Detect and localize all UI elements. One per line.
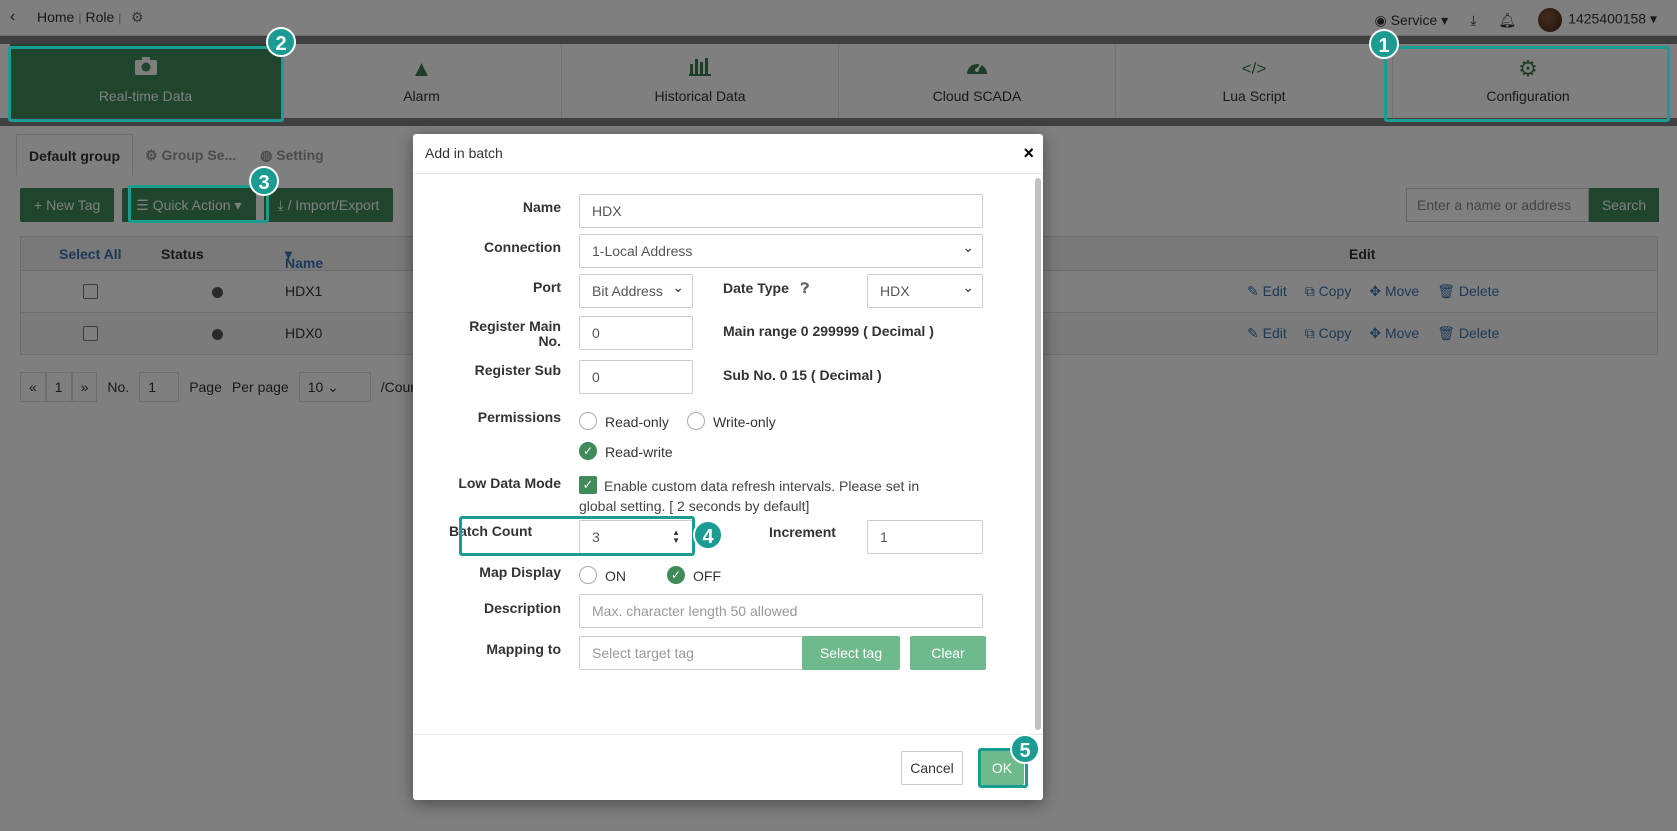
help-icon[interactable]: ❓︎ — [801, 280, 809, 296]
register-sub-label: Register Sub — [474, 362, 561, 378]
register-main-field[interactable]: 0 — [579, 316, 693, 350]
add-in-batch-dialog: Add in batch × Name HDX Connection 1-Loc… — [413, 134, 1043, 800]
map-off-label: OFF — [693, 568, 721, 584]
batch-count-stepper[interactable]: 3 ▲ ▼ — [579, 520, 693, 554]
connection-select[interactable]: 1-Local Address — [579, 231, 983, 268]
date-type-select[interactable]: HDX — [867, 271, 983, 308]
read-write-label: Read-write — [605, 444, 673, 460]
increment-label: Increment — [769, 524, 836, 540]
read-only-label: Read-only — [605, 414, 669, 430]
date-type-label: Date Type ❓︎ — [723, 280, 809, 297]
select-value: HDX — [880, 283, 910, 299]
dialog-header: Add in batch × — [413, 134, 1043, 174]
main-range-hint: Main range 0 299999 ( Decimal ) — [723, 323, 934, 339]
write-only-radio[interactable] — [687, 412, 705, 430]
map-on-label: ON — [605, 568, 626, 584]
low-data-description: Enable custom data refresh intervals. Pl… — [579, 478, 920, 514]
read-write-radio[interactable]: ✓ — [579, 442, 597, 460]
stepper-arrows-icon[interactable]: ▲ ▼ — [672, 529, 680, 545]
clear-button[interactable]: Clear — [910, 636, 986, 670]
map-display-label: Map Display — [479, 564, 561, 580]
name-label: Name — [522, 199, 561, 215]
dialog-scrollbar[interactable] — [1035, 178, 1041, 730]
callout-badge-4: 4 — [693, 520, 723, 550]
connection-label: Connection — [484, 239, 561, 255]
sub-range-hint: Sub No. 0 15 ( Decimal ) — [723, 367, 882, 383]
mapping-label: Mapping to — [486, 641, 561, 657]
dialog-body: Name HDX Connection 1-Local Address Port… — [413, 174, 1043, 734]
read-only-radio[interactable] — [579, 412, 597, 430]
cancel-button[interactable]: Cancel — [901, 751, 963, 785]
callout-badge-2: 2 — [266, 27, 296, 57]
callout-badge-5: 5 — [1010, 734, 1040, 764]
map-on-radio[interactable] — [579, 566, 597, 584]
description-field[interactable]: Max. character length 50 allowed — [579, 594, 983, 628]
select-tag-button[interactable]: Select tag — [802, 636, 900, 670]
mapping-target-field[interactable]: Select target tag — [579, 636, 805, 670]
low-data-mode-label: Low Data Mode — [458, 475, 561, 491]
register-sub-field[interactable]: 0 — [579, 360, 693, 394]
increment-field[interactable]: 1 — [867, 520, 983, 554]
select-value: Bit Address — [592, 283, 663, 299]
callout-badge-1: 1 — [1369, 29, 1399, 59]
permissions-label: Permissions — [477, 409, 561, 425]
close-icon[interactable]: × — [1023, 143, 1034, 164]
write-only-label: Write-only — [713, 414, 776, 430]
port-select[interactable]: Bit Address — [579, 274, 693, 308]
dialog-footer: Cancel OK — [413, 734, 1043, 800]
callout-badge-3: 3 — [249, 166, 279, 196]
stepper-value: 3 — [592, 529, 600, 545]
dialog-title: Add in batch — [425, 145, 503, 161]
name-field[interactable]: HDX — [579, 194, 983, 228]
map-off-radio[interactable]: ✓ — [667, 566, 685, 584]
port-label: Port — [533, 279, 561, 295]
register-main-label: Register Main No. — [469, 318, 561, 349]
batch-count-label: Batch Count — [449, 523, 533, 539]
select-value: 1-Local Address — [592, 243, 693, 259]
description-label: Description — [483, 600, 561, 616]
label-text: Date Type — [723, 280, 789, 296]
